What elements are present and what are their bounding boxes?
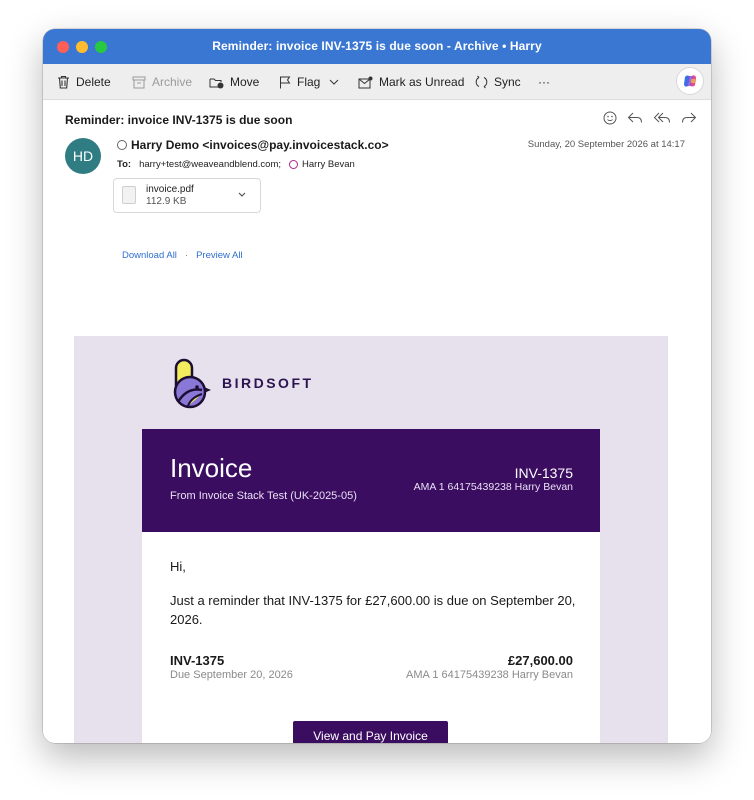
recipient-contact[interactable]: Harry Bevan — [302, 159, 355, 170]
copilot-icon — [684, 75, 696, 87]
link-separator: · — [184, 250, 189, 261]
emoji-reaction-icon[interactable] — [603, 111, 617, 125]
attachment-name: invoice.pdf — [146, 184, 194, 195]
attachment-card[interactable]: invoice.pdf 112.9 KB — [113, 178, 261, 213]
message-actions — [603, 111, 697, 125]
move-button[interactable]: Move — [209, 74, 259, 90]
envelope-unread-icon — [358, 76, 373, 88]
invoice-title: Invoice — [170, 453, 253, 483]
invoice-from: From Invoice Stack Test (UK-2025-05) — [170, 490, 357, 502]
delete-button[interactable]: Delete — [57, 74, 111, 90]
recipients-row: To: harry+test@weaveandblend.com; Harry … — [117, 159, 355, 170]
trash-icon — [58, 75, 69, 89]
flag-options-button[interactable] — [329, 74, 339, 90]
greeting: Hi, — [170, 559, 186, 574]
download-all-link[interactable]: Download All — [122, 250, 177, 261]
forward-icon[interactable] — [681, 111, 697, 125]
sync-label: Sync — [494, 75, 521, 89]
copilot-button[interactable] — [677, 68, 703, 94]
mark-unread-button[interactable]: Mark as Unread — [358, 74, 464, 90]
archive-icon — [132, 76, 146, 88]
mail-window: Reminder: invoice INV-1375 is due soon -… — [43, 29, 711, 743]
summary-reference: AMA 1 64175439238 Harry Bevan — [406, 669, 573, 681]
contact-icon — [289, 160, 299, 169]
summary-due-date: Due September 20, 2026 — [170, 669, 293, 681]
move-label: Move — [230, 75, 260, 89]
sender-row: Harry Demo <invoices@pay.invoicestack.co… — [117, 138, 389, 152]
brand-name: BIRDSOFT — [222, 375, 314, 391]
invoice-number: INV-1375 — [514, 465, 573, 481]
more-icon: ··· — [538, 75, 550, 89]
sync-icon — [475, 75, 488, 89]
invoice-body: Hi, Just a reminder that INV-1375 for £2… — [142, 532, 600, 743]
flag-button[interactable]: Flag — [279, 74, 320, 90]
flag-icon — [280, 76, 291, 88]
invoice-reference: AMA 1 64175439238 Harry Bevan — [413, 481, 573, 493]
mark-unread-label: Mark as Unread — [379, 75, 465, 89]
sender-avatar: HD — [65, 138, 101, 174]
flag-label: Flag — [297, 75, 321, 89]
invoice-header: Invoice From Invoice Stack Test (UK-2025… — [142, 429, 600, 532]
message-subject: Reminder: invoice INV-1375 is due soon — [65, 113, 293, 127]
read-status-toggle[interactable] — [117, 140, 127, 150]
pdf-file-icon — [122, 186, 136, 204]
archive-button[interactable]: Archive — [132, 74, 192, 90]
brand-logo: BIRDSOFT — [170, 356, 314, 410]
delete-label: Delete — [76, 75, 111, 89]
attachment-size: 112.9 KB — [146, 196, 187, 207]
message-date: Sunday, 20 September 2026 at 14:17 — [527, 139, 685, 150]
toolbar: Delete Archive Move Flag Mark as Unread … — [43, 64, 711, 100]
reading-pane: Reminder: invoice INV-1375 is due soon H… — [43, 101, 711, 743]
summary-invoice-number: INV-1375 — [170, 653, 225, 668]
bird-logo-icon — [173, 358, 211, 409]
window-title: Reminder: invoice INV-1375 is due soon -… — [212, 39, 542, 53]
archive-label: Archive — [152, 75, 193, 89]
folder-move-icon — [209, 78, 224, 88]
chevron-down-icon[interactable] — [238, 192, 246, 198]
title-bar: Reminder: invoice INV-1375 is due soon -… — [43, 29, 711, 64]
reply-all-icon[interactable] — [653, 111, 671, 125]
attachment-links: Download All · Preview All — [122, 250, 243, 261]
sender-name[interactable]: Harry Demo <invoices@pay.invoicestack.co… — [131, 138, 389, 152]
more-button[interactable]: ··· — [538, 74, 550, 90]
recipient-address[interactable]: harry+test@weaveandblend.com; — [139, 159, 281, 170]
preview-all-link[interactable]: Preview All — [196, 250, 242, 261]
reminder-message: Just a reminder that INV-1375 for £27,60… — [170, 593, 576, 627]
reply-icon[interactable] — [627, 111, 643, 125]
summary-amount: £27,600.00 — [507, 653, 573, 668]
sync-button[interactable]: Sync — [475, 74, 521, 90]
to-label: To: — [117, 159, 132, 170]
view-and-pay-button[interactable]: View and Pay Invoice — [293, 721, 448, 743]
chevron-down-icon — [329, 79, 339, 85]
